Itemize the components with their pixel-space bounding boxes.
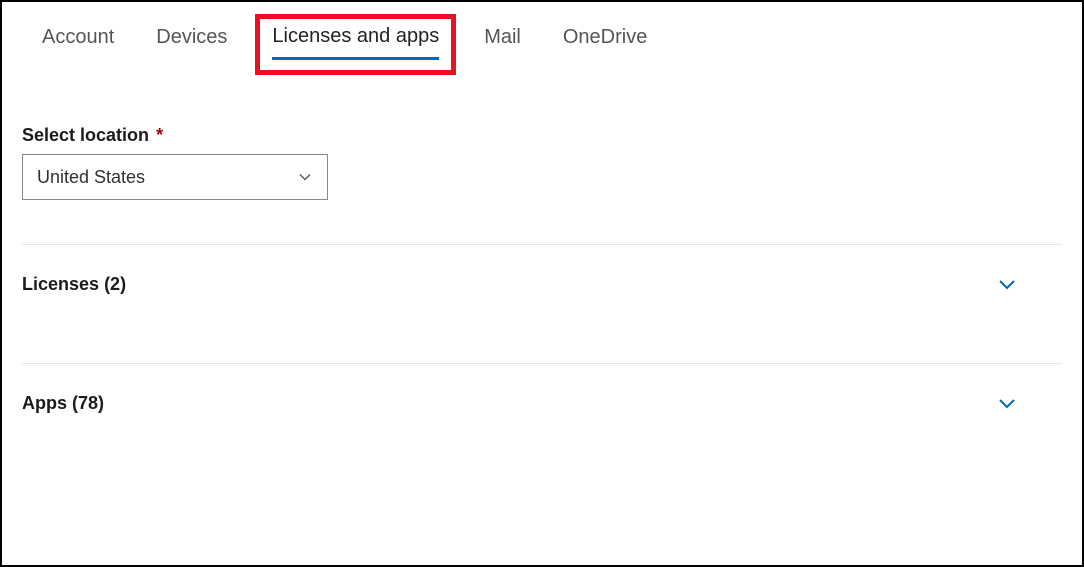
tab-onedrive[interactable]: OneDrive [549, 20, 661, 61]
apps-count: (78) [72, 393, 104, 413]
tab-highlight-box: Licenses and apps [255, 14, 456, 75]
tab-bar: Account Devices Licenses and apps Mail O… [2, 2, 1082, 75]
apps-section-title: Apps (78) [22, 393, 104, 414]
location-select-value: United States [37, 167, 145, 188]
chevron-down-icon [996, 392, 1018, 414]
apps-section-header[interactable]: Apps (78) [22, 364, 1062, 442]
required-marker: * [156, 125, 163, 145]
apps-label: Apps [22, 393, 67, 413]
tab-account[interactable]: Account [28, 20, 128, 61]
tab-mail[interactable]: Mail [470, 20, 535, 61]
licenses-section-title: Licenses (2) [22, 274, 126, 295]
licenses-section-header[interactable]: Licenses (2) [22, 245, 1062, 323]
select-location-label: Select location * [22, 125, 1062, 146]
chevron-down-icon [996, 273, 1018, 295]
tab-licenses-and-apps[interactable]: Licenses and apps [272, 23, 439, 56]
chevron-down-icon [297, 169, 313, 185]
location-select[interactable]: United States [22, 154, 328, 200]
select-location-label-text: Select location [22, 125, 149, 145]
content-area: Select location * United States Licenses… [2, 75, 1082, 442]
tab-devices[interactable]: Devices [142, 20, 241, 61]
licenses-count: (2) [104, 274, 126, 294]
licenses-label: Licenses [22, 274, 99, 294]
